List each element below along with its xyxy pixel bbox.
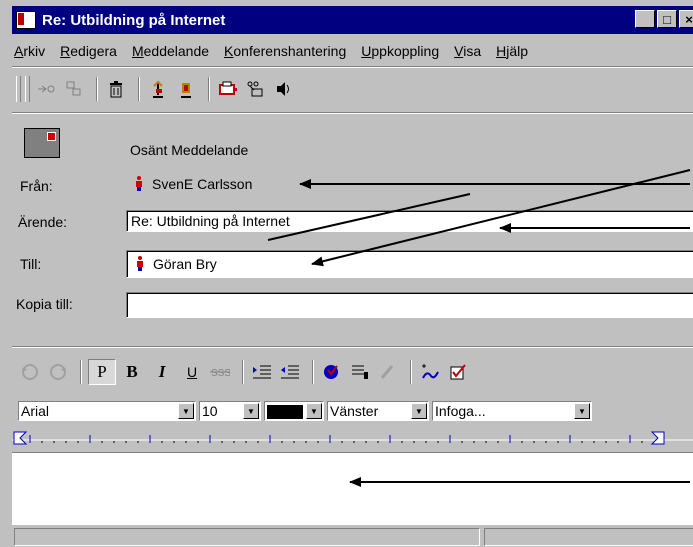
from-value[interactable]: SvenE Carlsson (136, 176, 252, 192)
menu-meddelande[interactable]: Meddelande (132, 43, 209, 59)
next-icon[interactable] (174, 77, 198, 101)
chevron-down-icon[interactable]: ▼ (574, 403, 590, 419)
app-icon[interactable] (16, 11, 36, 29)
person-icon (136, 176, 142, 192)
insert-signature-icon[interactable] (418, 360, 442, 384)
spellcheck-icon[interactable] (320, 360, 344, 384)
undo-icon[interactable] (18, 360, 42, 384)
left-margin-marker (13, 431, 28, 445)
status-bar (12, 526, 693, 547)
to-field[interactable]: Göran Bry (126, 250, 693, 278)
close-button[interactable]: × (679, 10, 693, 28)
menu-bar: Arkiv Redigera Meddelande Konferenshante… (12, 40, 693, 62)
chevron-down-icon[interactable]: ▼ (178, 403, 194, 419)
menu-visa[interactable]: Visa (454, 43, 481, 59)
status-pane-main (14, 528, 480, 546)
insert-select[interactable]: Infoga... ▼ (432, 401, 592, 421)
menu-konferenshantering[interactable]: Konferenshantering (224, 43, 346, 59)
ruler-marks (12, 431, 693, 445)
ruler[interactable] (12, 428, 693, 450)
indent-icon[interactable] (250, 360, 274, 384)
redo-icon[interactable] (46, 360, 70, 384)
color-swatch (267, 405, 303, 420)
svg-text:SSS: SSS (211, 368, 230, 379)
divider (12, 346, 693, 348)
mail-window: Re: Utbildning på Internet _ □ × Arkiv R… (0, 0, 693, 547)
toolbar-grip[interactable] (16, 76, 21, 102)
toolbar-grip[interactable] (25, 76, 30, 102)
forward-icon[interactable] (62, 77, 86, 101)
underline-button[interactable]: U (178, 359, 206, 385)
chevron-down-icon[interactable]: ▼ (243, 403, 259, 419)
from-name: SvenE Carlsson (152, 176, 253, 192)
divider (242, 360, 244, 384)
cc-field[interactable] (126, 292, 693, 318)
message-status: Osänt Meddelande (130, 142, 249, 158)
person-icon (137, 256, 143, 272)
font-select[interactable]: Arial ▼ (18, 401, 196, 421)
italic-button[interactable]: I (148, 359, 176, 385)
menu-redigera[interactable]: Redigera (60, 43, 117, 59)
alignment-select[interactable]: Vänster ▼ (327, 401, 429, 421)
font-size-select[interactable]: 10 ▼ (199, 401, 261, 421)
maximize-button[interactable]: □ (657, 10, 677, 28)
envelope-icon (24, 128, 60, 158)
bold-button[interactable]: B (118, 359, 146, 385)
divider (12, 66, 693, 68)
right-margin-marker (650, 431, 665, 445)
subject-value: Re: Utbildning på Internet (131, 213, 290, 229)
color-select[interactable]: ▼ (264, 401, 324, 421)
outdent-icon[interactable] (278, 360, 302, 384)
subject-label: Ärende: (18, 214, 68, 230)
divider (138, 77, 140, 101)
print-icon[interactable] (216, 77, 240, 101)
checkbox-icon[interactable] (446, 360, 470, 384)
from-label: Från: (20, 178, 53, 194)
chevron-down-icon[interactable]: ▼ (306, 403, 322, 419)
main-toolbar (12, 72, 693, 106)
status-pane-secondary (484, 528, 693, 546)
to-label: Till: (20, 256, 42, 272)
divider (12, 112, 693, 114)
menu-arkiv[interactable]: Arkiv (14, 43, 45, 59)
chevron-down-icon[interactable]: ▼ (411, 403, 427, 419)
format-combos: Arial ▼ 10 ▼ ▼ Vänster ▼ Infoga... ▼ (12, 400, 693, 422)
reply-icon[interactable] (34, 77, 58, 101)
previous-icon[interactable] (146, 77, 170, 101)
list-format-icon[interactable] (348, 360, 372, 384)
message-body-editor[interactable] (12, 452, 693, 525)
strikethrough-icon[interactable]: SSS (208, 360, 232, 384)
divider (208, 77, 210, 101)
speaker-icon[interactable] (272, 77, 296, 101)
window-title: Re: Utbildning på Internet (42, 11, 226, 29)
title-bar[interactable]: Re: Utbildning på Internet _ □ × (12, 6, 693, 34)
plain-text-button[interactable]: P (88, 359, 116, 385)
network-icon[interactable] (244, 77, 268, 101)
minimize-button[interactable]: _ (635, 10, 655, 30)
menu-hjalp[interactable]: Hjälp (496, 43, 528, 59)
link-icon[interactable] (376, 360, 400, 384)
divider (410, 360, 412, 384)
subject-field[interactable]: Re: Utbildning på Internet (126, 210, 693, 232)
to-value: Göran Bry (153, 256, 217, 272)
cc-label: Kopia till: (16, 296, 73, 312)
menu-uppkoppling[interactable]: Uppkoppling (361, 43, 439, 59)
format-toolbar: P B I U SSS (12, 352, 693, 392)
delete-icon[interactable] (104, 77, 128, 101)
divider (96, 77, 98, 101)
divider (80, 360, 82, 384)
divider (312, 360, 314, 384)
